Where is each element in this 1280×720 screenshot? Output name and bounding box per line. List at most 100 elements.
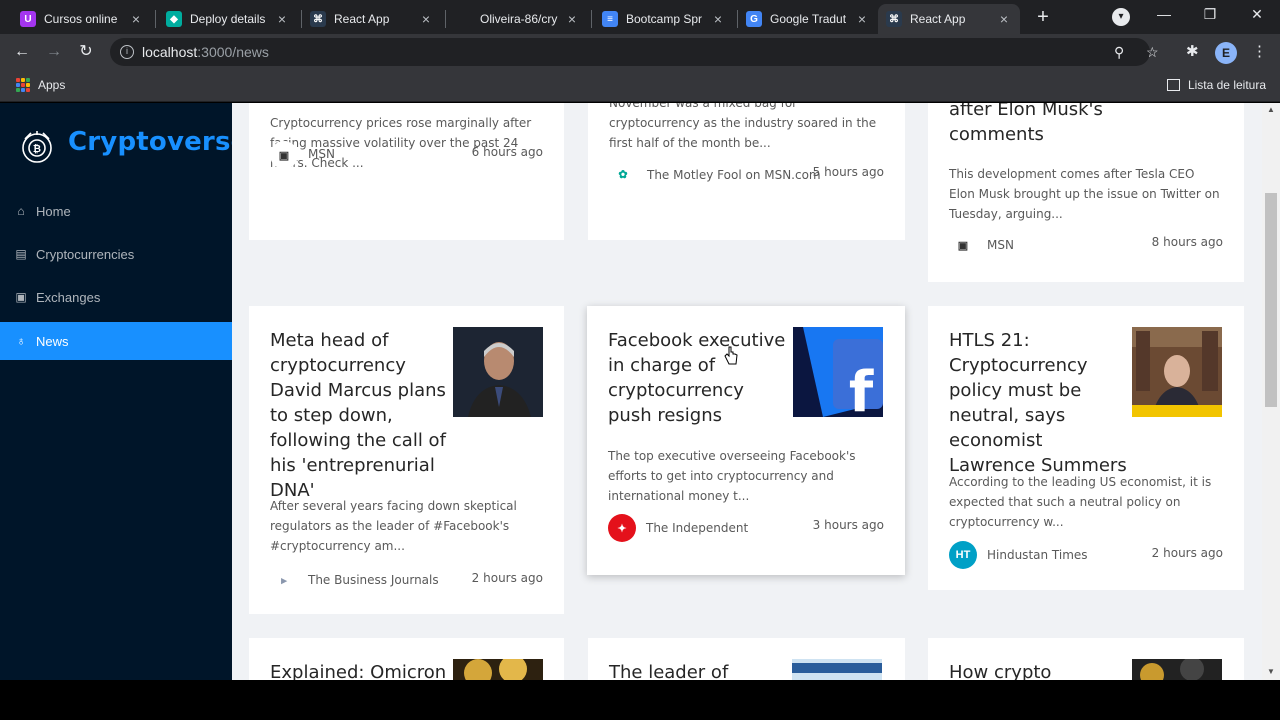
news-title: How crypto [949,662,1052,680]
video-interview-image [1132,327,1222,417]
news-card[interactable]: November was a mixed bag for cryptocurre… [588,103,905,240]
news-provider: MSN [308,147,335,161]
tab-search-icon[interactable]: ▾ [1112,8,1130,26]
forward-icon[interactable]: → [44,42,64,62]
sidebar-item-home[interactable]: ⌂ Home [0,192,232,230]
motley-fool-icon: ✿ [609,160,637,188]
sidebar-item-label: Cryptocurrencies [36,246,135,262]
cryptoverse-logo-icon: ₿ [22,131,52,163]
browser-tab[interactable]: ⌘ React App × [302,4,442,34]
browser-tab-active[interactable]: ⌘ React App × [878,4,1020,34]
close-icon[interactable]: × [996,11,1012,27]
back-icon[interactable]: ← [12,42,32,62]
close-icon[interactable]: × [564,11,580,27]
sidebar-item-news[interactable]: ♁ News [0,322,232,360]
tab-title: Bootcamp Spr [626,12,703,26]
close-icon[interactable]: × [854,11,870,27]
window-close-icon[interactable]: ✕ [1245,6,1269,23]
close-icon[interactable]: × [128,11,144,27]
tab-favicon: ⌘ [310,11,326,27]
extensions-icon[interactable]: ✱ [1186,42,1199,60]
news-card[interactable]: Cryptocurrency prices rose marginally af… [249,103,564,240]
news-card[interactable]: How crypto [928,638,1244,680]
brand-title[interactable]: Cryptoverse [68,127,248,157]
news-card[interactable]: after Elon Musk's comments This developm… [928,103,1244,282]
news-card[interactable]: The leader of [588,638,905,680]
scrollbar-thumb[interactable] [1265,193,1277,407]
sidebar-item-label: Home [36,203,71,219]
news-time: 6 hours ago [471,145,543,159]
news-time: 3 hours ago [812,518,884,532]
info-icon[interactable]: i [120,45,134,59]
page-scrollbar[interactable]: ▲ ▼ [1262,103,1280,680]
scroll-down-icon[interactable]: ▼ [1267,667,1275,676]
news-card[interactable]: Explained: Omicron [249,638,564,680]
reload-icon[interactable]: ↻ [76,42,96,62]
more-menu-icon[interactable]: ⋮ [1252,42,1267,60]
news-title: Meta head of cryptocurrency David Marcus… [270,330,446,501]
news-thumbnail [453,327,543,417]
hindustan-times-icon: HT [949,541,977,569]
news-thumbnail: f [793,327,883,417]
tab-favicon: ≡ [602,11,618,27]
news-thumbnail [1132,327,1222,417]
url-path: :3000/news [197,44,269,60]
news-thumbnail [1132,659,1222,680]
close-icon[interactable]: × [710,11,726,27]
msn-icon: ▣ [270,141,298,169]
news-provider: MSN [987,238,1014,252]
news-provider: The Independent [646,521,749,535]
news-card[interactable]: HTLS 21: Cryptocurrency policy must be n… [928,306,1244,590]
apps-grid-icon[interactable] [16,78,30,92]
browser-tab[interactable]: Oliveira-86/cry × [448,4,588,34]
sidebar-nav: ₿ Cryptoverse ⌂ Home ▤ Cryptocurrencies … [0,103,248,680]
news-provider: The Business Journals [308,573,439,587]
tab-favicon [456,11,472,27]
sidebar-item-cryptocurrencies[interactable]: ▤ Cryptocurrencies [0,235,232,273]
close-icon[interactable]: × [274,11,290,27]
browser-tab[interactable]: U Cursos online × [12,4,152,34]
browser-tab[interactable]: ◆ Deploy details × [158,4,298,34]
browser-tab[interactable]: ≡ Bootcamp Spr × [594,4,734,34]
bookmark-star-icon[interactable]: ☆ [1146,44,1159,61]
bitcoin-image [1132,659,1222,680]
sidebar-item-exchanges[interactable]: ▣ Exchanges [0,278,232,316]
address-bar[interactable]: i localhost:3000/news ⚲ ☆ [110,38,1159,66]
browser-tab-strip: U Cursos online × ◆ Deploy details × ⌘ R… [0,0,1280,34]
portrait-image [453,327,543,417]
page-viewport: ₿ Cryptoverse ⌂ Home ▤ Cryptocurrencies … [0,103,1280,680]
url-text[interactable]: localhost:3000/news [142,44,269,60]
reading-list-button[interactable]: Lista de leitura [1166,78,1266,92]
hand-cursor-icon [724,346,738,365]
news-description: The top executive overseeing Facebook's … [608,449,856,503]
scroll-up-icon[interactable]: ▲ [1267,105,1275,114]
news-card[interactable]: Meta head of cryptocurrency David Marcus… [249,306,564,614]
url-host: localhost [142,44,198,60]
sidebar-item-label: Exchanges [36,289,101,305]
browser-tab[interactable]: G Google Tradut × [738,4,878,34]
news-thumbnail [792,659,882,680]
profile-avatar[interactable]: E [1215,42,1237,64]
apps-bookmark[interactable]: Apps [38,78,65,92]
zoom-search-icon[interactable]: ⚲ [1114,44,1124,61]
tab-title: React App [334,12,390,26]
minimize-icon[interactable]: — [1152,6,1176,22]
news-grid: Cryptocurrency prices rose marginally af… [232,103,1262,680]
business-journals-icon: ▸ [270,566,298,594]
news-description: This development comes after Tesla CEO E… [949,167,1220,221]
restore-icon[interactable]: ❐ [1198,6,1222,23]
news-title: HTLS 21: Cryptocurrency policy must be n… [949,330,1127,476]
tab-title: Deploy details [190,12,266,26]
msn-icon: ▣ [949,231,977,259]
tab-favicon: ⌘ [886,11,902,27]
news-time: 2 hours ago [1151,546,1223,560]
tab-favicon: G [746,11,762,27]
close-icon[interactable]: × [418,11,434,27]
news-card[interactable]: Facebook executive in charge of cryptocu… [587,306,905,575]
browser-toolbar: ← → ↻ i localhost:3000/news ⚲ ☆ ✱ E ⋮ [0,34,1280,70]
news-description: According to the leading US economist, i… [949,475,1212,529]
bulb-icon: ♁ [16,334,26,348]
news-title: The leader of [609,662,729,680]
tab-title: Cursos online [44,12,118,26]
new-tab-button[interactable]: + [1031,6,1055,30]
